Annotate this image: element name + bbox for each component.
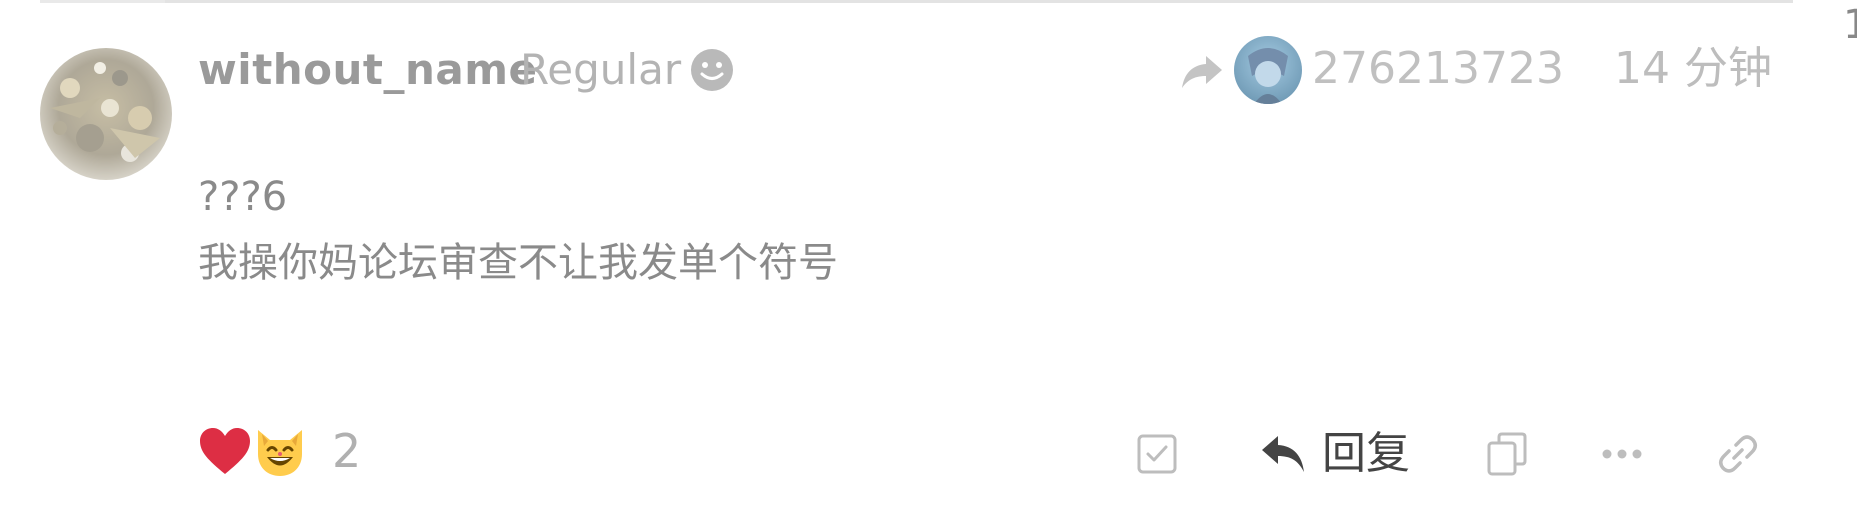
post-content: ???6 我操你妈论坛审查不让我发单个符号 (198, 164, 838, 296)
author-avatar[interactable] (40, 48, 172, 180)
reply-to-avatar[interactable] (1234, 36, 1302, 104)
post-number: 1 (1843, 2, 1857, 48)
post-line: ???6 (198, 174, 288, 220)
check-square-icon (1137, 434, 1177, 474)
author-title: Regular (520, 45, 682, 94)
bookmark-button[interactable] (1136, 426, 1178, 482)
author-username[interactable]: without_name (198, 42, 538, 98)
reply-to-username[interactable]: 276213723 (1312, 40, 1564, 98)
heart-icon[interactable] (198, 426, 252, 476)
smiley-icon (691, 49, 733, 91)
top-divider-accent (165, 0, 1793, 3)
reply-label: 回复 (1322, 428, 1410, 479)
avatar-image (40, 48, 172, 180)
more-dots-icon (1602, 449, 1642, 459)
share-link-button[interactable] (1716, 426, 1760, 482)
reply-to-avatar-image (1234, 36, 1302, 104)
more-button[interactable] (1602, 426, 1642, 482)
grinning-cat-icon[interactable] (252, 422, 308, 478)
reaction-count[interactable]: 2 (332, 420, 361, 482)
reply-arrow-icon (1262, 436, 1304, 472)
link-icon (1719, 435, 1757, 473)
copy-icon (1487, 432, 1527, 476)
reply-button[interactable]: 回复 (1260, 426, 1410, 482)
share-arrow-icon[interactable] (1178, 46, 1226, 94)
post-line: 我操你妈论坛审查不让我发单个符号 (198, 240, 838, 286)
copy-button[interactable] (1486, 426, 1528, 482)
post-timestamp[interactable]: 14 分钟 (1614, 40, 1772, 98)
